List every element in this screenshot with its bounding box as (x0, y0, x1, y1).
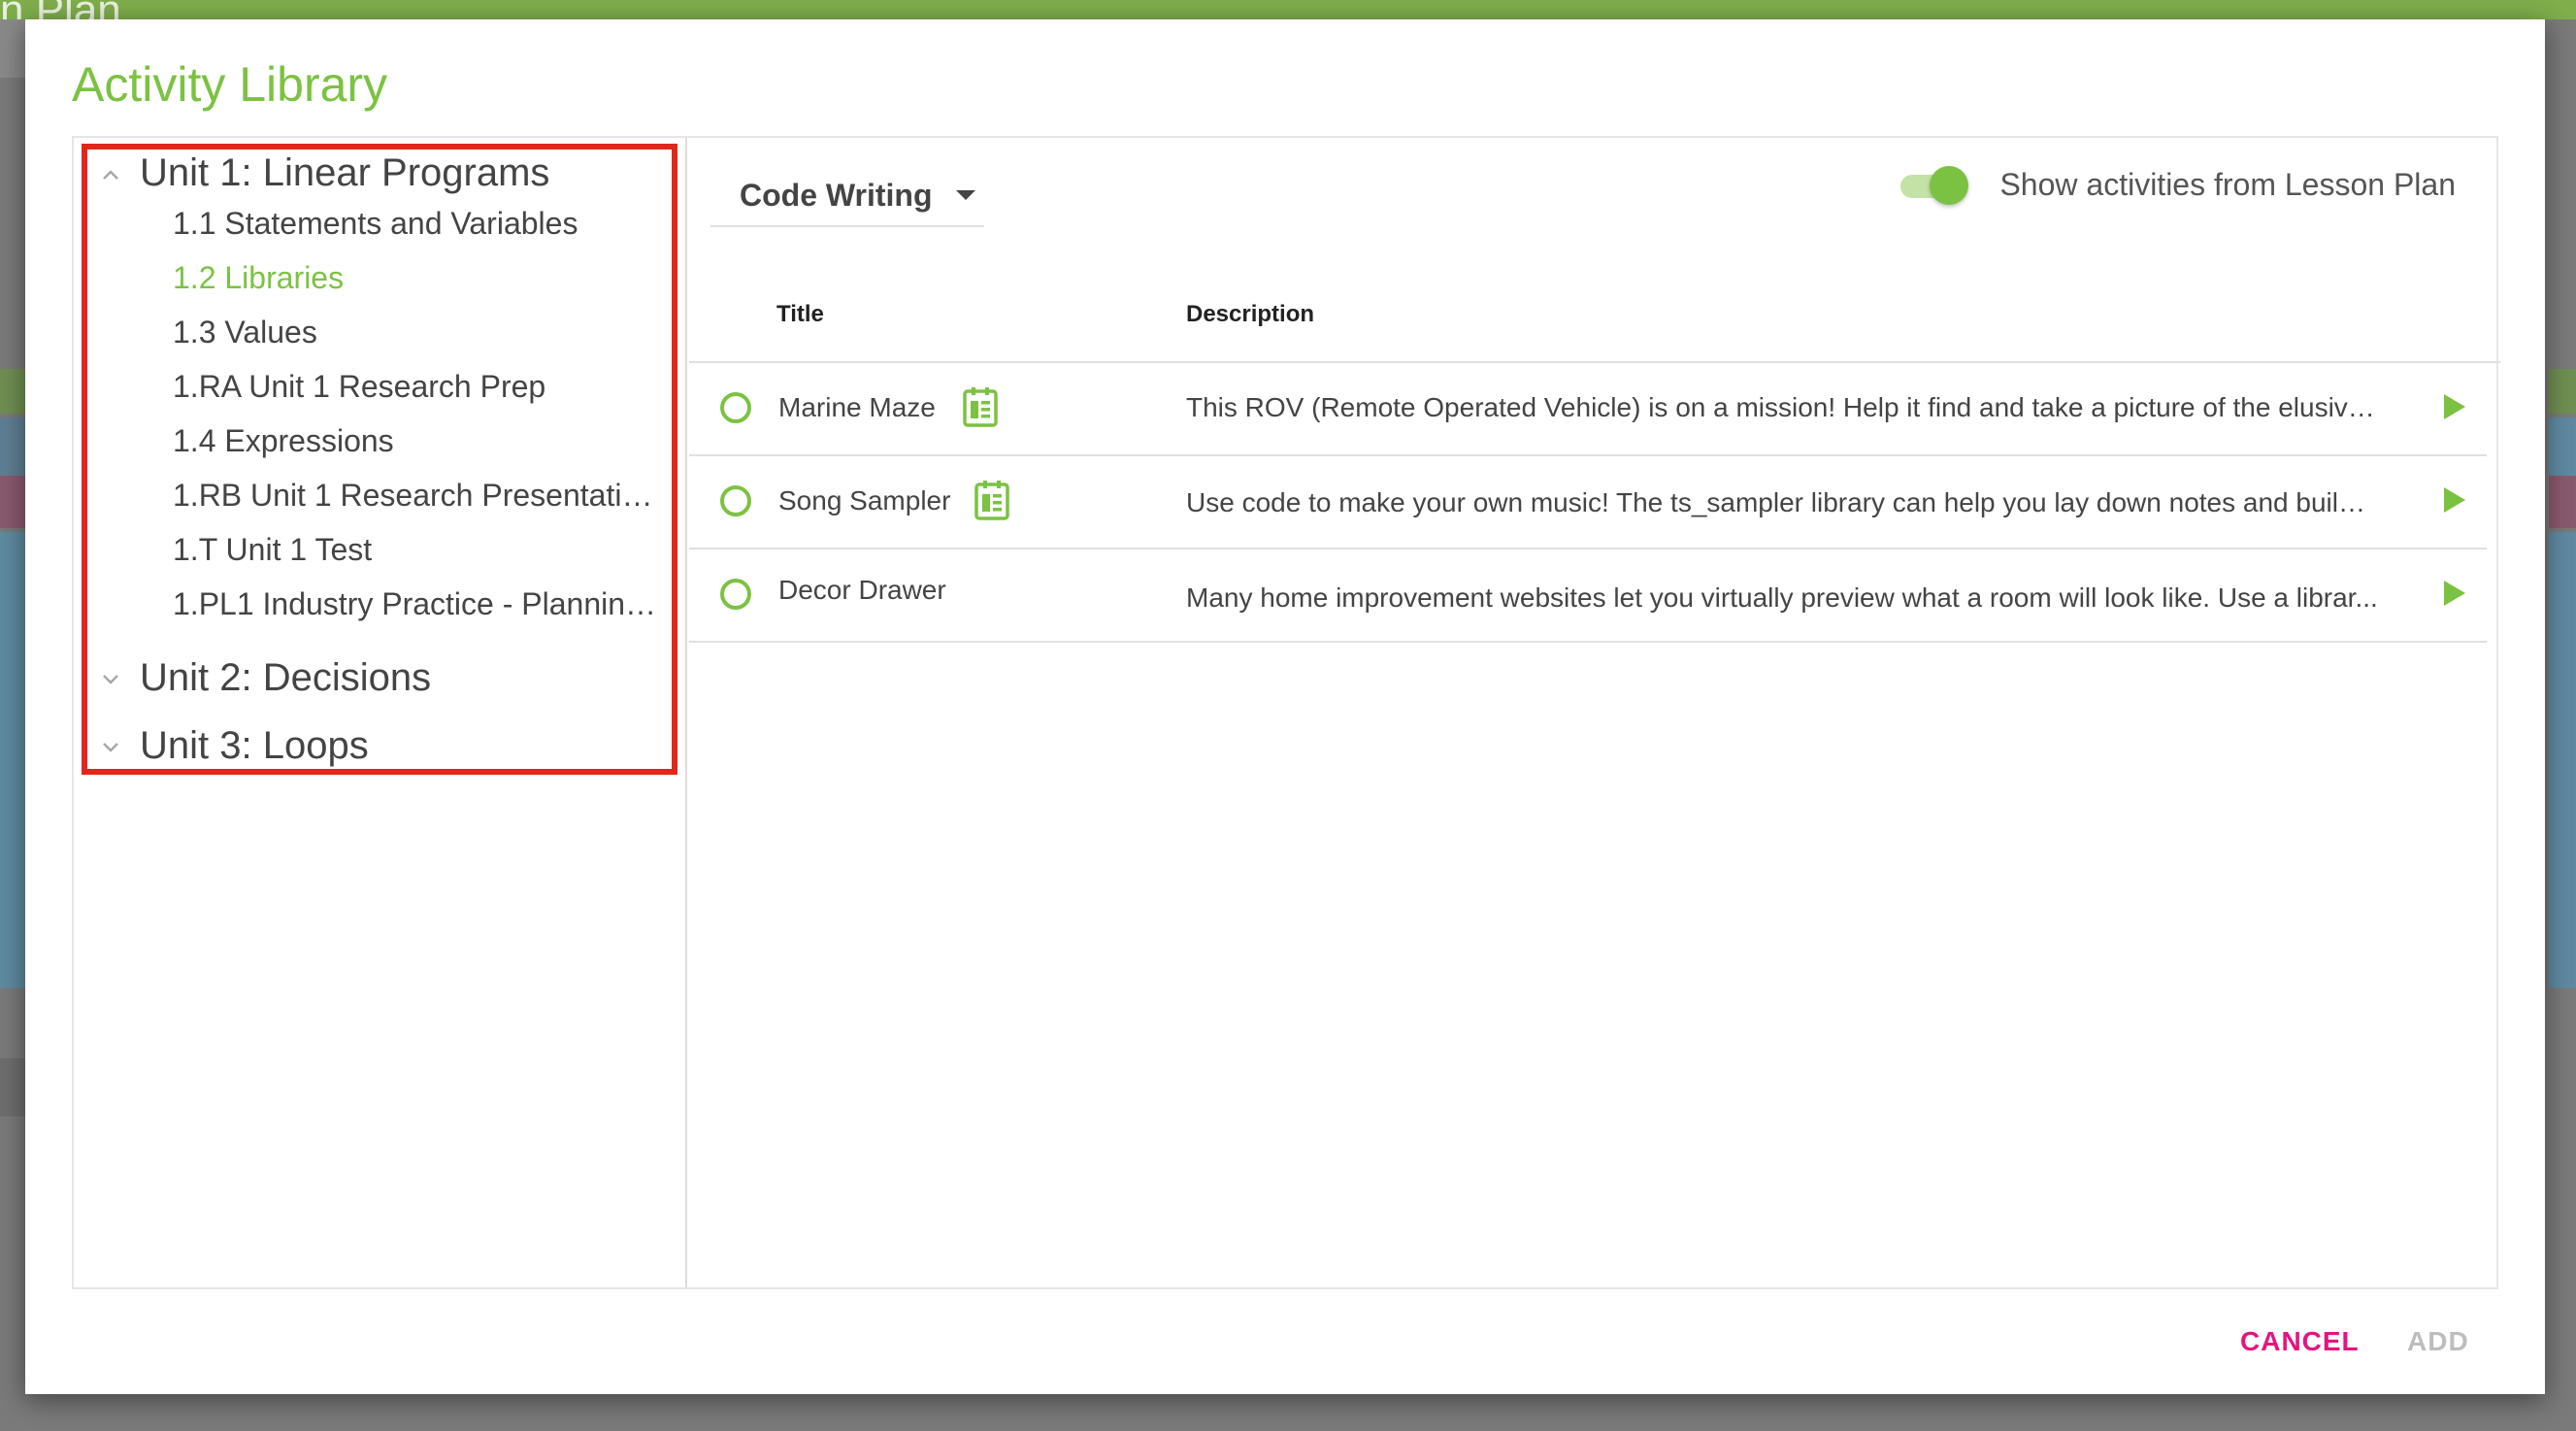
activity-list-pane: Code Writing Show activities from Lesson… (689, 138, 2500, 1287)
caret-down-icon (955, 190, 975, 200)
tree-lesson-1-pl1[interactable]: 1.PL1 Industry Practice - Plannin… (173, 586, 658, 622)
activity-title: Marine Maze (778, 392, 936, 422)
tree-lesson-1-ra[interactable]: 1.RA Unit 1 Research Prep (173, 369, 658, 405)
chevron-down-icon (101, 666, 134, 691)
table-row[interactable]: Marine Maze This ROV (Remote Operated Ve… (689, 363, 2487, 456)
tree-lesson-1-4[interactable]: 1.4 Expressions (173, 423, 658, 459)
background-strip (2549, 369, 2576, 414)
background-strip (2549, 532, 2576, 988)
tree-lesson-1-rb[interactable]: 1.RB Unit 1 Research Presentatio… (173, 478, 658, 514)
background-strip (0, 532, 25, 988)
tree-unit-label: Unit 1: Linear Programs (140, 151, 550, 194)
tree-unit-1[interactable]: Unit 1: Linear Programs (101, 151, 549, 195)
activity-title: Song Sampler (778, 485, 951, 516)
background-top-bar (0, 0, 2576, 19)
cancel-button[interactable]: CANCEL (2240, 1326, 2360, 1357)
tree-unit-label: Unit 2: Decisions (140, 656, 432, 699)
row-select-radio[interactable] (720, 579, 751, 610)
lesson-plan-doc-icon (974, 480, 1009, 520)
row-select-radio[interactable] (720, 392, 751, 423)
lesson-plan-toggle-group: Show activities from Lesson Plan (1900, 165, 2456, 205)
toggle-knob (1930, 166, 1969, 205)
play-icon[interactable] (2444, 487, 2465, 513)
tree-lesson-1-2[interactable]: 1.2 Libraries (173, 260, 658, 296)
chevron-up-icon (101, 161, 134, 186)
dialog-panel: Unit 1: Linear Programs 1.1 Statements a… (72, 136, 2500, 1289)
background-strip (0, 1058, 25, 1116)
activity-description: This ROV (Remote Operated Vehicle) is on… (1186, 392, 2380, 422)
play-icon[interactable] (2444, 394, 2465, 419)
activity-title: Decor Drawer (778, 575, 946, 605)
activity-description: Many home improvement websites let you v… (1186, 582, 2378, 613)
background-strip (0, 19, 25, 78)
background-strip (2549, 417, 2576, 476)
add-button[interactable]: ADD (2407, 1326, 2469, 1357)
tree-unit-2[interactable]: Unit 2: Decisions (101, 656, 431, 700)
table-row[interactable]: Decor Drawer Many home improvement websi… (689, 549, 2487, 643)
row-select-radio[interactable] (720, 485, 751, 516)
toggle-label: Show activities from Lesson Plan (1999, 166, 2456, 202)
background-strip (0, 476, 25, 528)
column-header-title[interactable]: Title (776, 301, 824, 328)
table-row[interactable]: Song Sampler Use code to make your own m… (689, 456, 2487, 549)
column-header-description[interactable]: Description (1186, 301, 1314, 328)
activity-type-dropdown[interactable]: Code Writing (710, 165, 984, 227)
tree-lesson-1-t[interactable]: 1.T Unit 1 Test (173, 532, 658, 568)
background-strip (0, 417, 25, 476)
lesson-plan-doc-icon (963, 386, 998, 427)
tree-unit-label: Unit 3: Loops (140, 724, 369, 767)
dropdown-selected-value: Code Writing (740, 177, 933, 213)
play-icon[interactable] (2444, 581, 2465, 606)
background-strip (0, 287, 25, 346)
dialog-title: Activity Library (72, 57, 388, 112)
tree-lesson-1-1[interactable]: 1.1 Statements and Variables (173, 206, 658, 242)
lesson-plan-toggle[interactable] (1900, 165, 1970, 205)
activity-library-dialog: Activity Library Unit 1: Linear Programs… (25, 19, 2545, 1394)
tree-unit-3[interactable]: Unit 3: Loops (101, 724, 369, 768)
background-strip (2549, 476, 2576, 528)
background-strip (0, 369, 25, 414)
activity-description: Use code to make your own music! The ts_… (1186, 487, 2380, 517)
chevron-down-icon (101, 734, 134, 759)
unit-tree: Unit 1: Linear Programs 1.1 Statements a… (74, 138, 687, 1287)
tree-lesson-1-3[interactable]: 1.3 Values (173, 315, 658, 350)
